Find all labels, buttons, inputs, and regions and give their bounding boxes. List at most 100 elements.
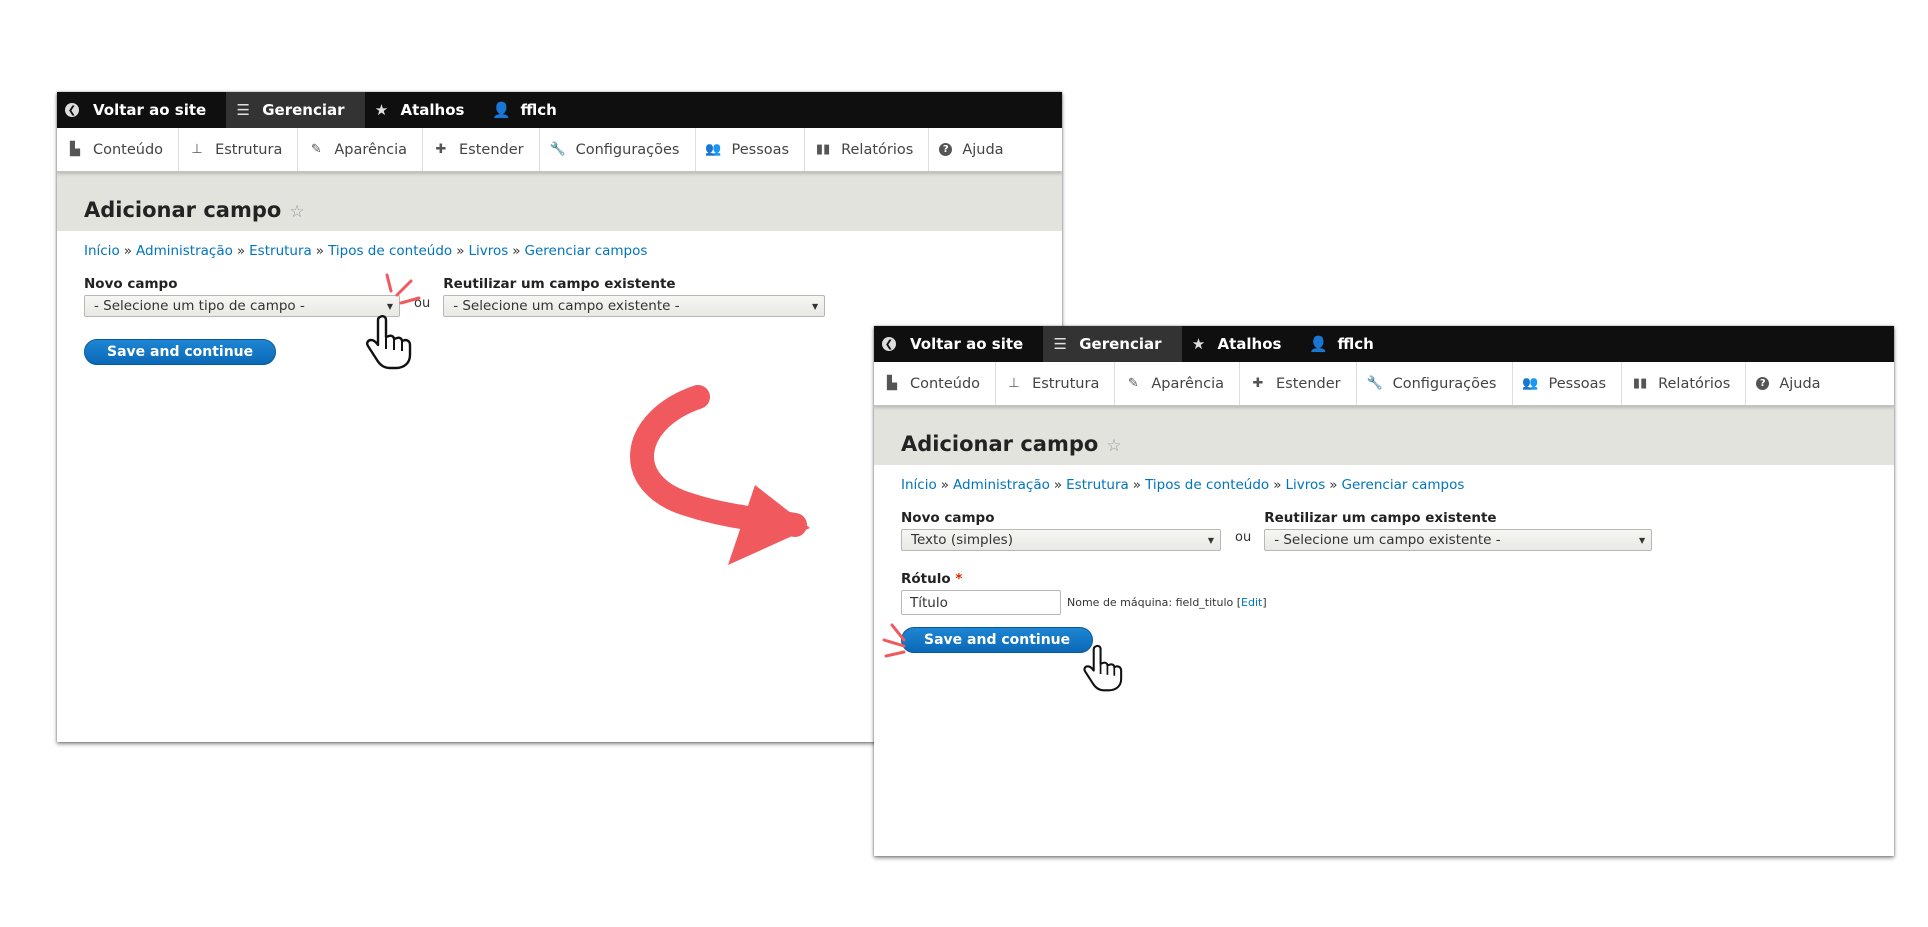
tray-label-people: Pessoas bbox=[1548, 375, 1607, 392]
chevron-left-circle-icon: ❮ bbox=[65, 103, 79, 117]
shortcut-star-icon[interactable]: ☆ bbox=[1106, 436, 1121, 456]
page-title: Adicionar campo bbox=[901, 432, 1099, 456]
user-tab[interactable]: 👤 fflch bbox=[1301, 326, 1393, 362]
hand-pointer-cursor-icon bbox=[1083, 644, 1123, 692]
sitemap-icon: ⊥ bbox=[1008, 376, 1020, 391]
shortcuts-tab[interactable]: ★ Atalhos bbox=[1182, 326, 1302, 362]
star-icon: ★ bbox=[374, 101, 389, 119]
user-tab[interactable]: 👤 fflch bbox=[484, 92, 576, 128]
shortcuts-tab[interactable]: ★ Atalhos bbox=[365, 92, 485, 128]
user-icon: 👤 bbox=[492, 101, 511, 119]
back-to-site-link[interactable]: ❮ Voltar ao site bbox=[57, 92, 226, 128]
tray-item-people[interactable]: 👥 Pessoas bbox=[1513, 362, 1623, 405]
reuse-field-select[interactable]: - Selecione um campo existente - ▼ bbox=[1264, 529, 1653, 551]
machine-name: Nome de máquina: field_titulo [Edit] bbox=[1067, 596, 1267, 609]
screenshot-after: ❮ Voltar ao site ☰ Gerenciar ★ Atalhos 👤… bbox=[874, 326, 1894, 856]
tray-item-reports[interactable]: ▮▮ Relatórios bbox=[805, 128, 930, 171]
breadcrumb-content-types[interactable]: Tipos de conteúdo bbox=[328, 243, 452, 259]
tray-label-content: Conteúdo bbox=[93, 141, 164, 158]
tray-label-config: Configurações bbox=[575, 141, 680, 158]
breadcrumb-manage-fields[interactable]: Gerenciar campos bbox=[1342, 477, 1465, 493]
tray-item-appearance[interactable]: ✎ Aparência bbox=[1115, 362, 1240, 405]
tray-item-config[interactable]: 🔧 Configurações bbox=[540, 128, 696, 171]
wrench-icon: 🔧 bbox=[1366, 376, 1383, 391]
label-field-label: Rótulo * bbox=[901, 571, 1867, 587]
puzzle-icon: ✚ bbox=[435, 142, 447, 157]
admin-toolbar: ❮ Voltar ao site ☰ Gerenciar ★ Atalhos 👤… bbox=[57, 92, 1062, 128]
breadcrumb-books[interactable]: Livros bbox=[1285, 477, 1325, 493]
tray-item-content[interactable]: ▙ Conteúdo bbox=[57, 128, 180, 171]
tray-item-help[interactable]: ? Ajuda bbox=[929, 128, 1018, 171]
breadcrumb-admin[interactable]: Administração bbox=[136, 243, 233, 259]
breadcrumb-home[interactable]: Início bbox=[84, 243, 120, 259]
tray-item-extend[interactable]: ✚ Estender bbox=[1240, 362, 1357, 405]
tray-item-appearance[interactable]: ✎ Aparência bbox=[298, 128, 423, 171]
reuse-field-select[interactable]: - Selecione um campo existente - ▼ bbox=[443, 295, 826, 317]
question-circle-icon: ? bbox=[939, 143, 953, 156]
file-icon: ▙ bbox=[70, 142, 80, 157]
admin-tray: ▙ Conteúdo ⊥ Estrutura ✎ Aparência ✚ Est… bbox=[874, 362, 1894, 406]
star-icon: ★ bbox=[1191, 335, 1206, 353]
new-field-label: Novo campo bbox=[901, 510, 995, 526]
tray-item-people[interactable]: 👥 Pessoas bbox=[696, 128, 806, 171]
breadcrumb-books[interactable]: Livros bbox=[468, 243, 508, 259]
wrench-icon: 🔧 bbox=[549, 142, 566, 157]
breadcrumb-separator: » bbox=[456, 243, 465, 259]
page-title: Adicionar campo bbox=[84, 198, 282, 222]
breadcrumb-content-types[interactable]: Tipos de conteúdo bbox=[1145, 477, 1269, 493]
breadcrumb-separator: » bbox=[940, 477, 949, 493]
label-input-row: Nome de máquina: field_titulo [Edit] bbox=[901, 590, 1867, 615]
new-field-label: Novo campo bbox=[84, 276, 178, 292]
tray-label-extend: Estender bbox=[459, 141, 524, 158]
tray-label-help: Ajuda bbox=[962, 141, 1004, 158]
breadcrumb-manage-fields[interactable]: Gerenciar campos bbox=[525, 243, 648, 259]
label-field-group: Rótulo * Nome de máquina: field_titulo [… bbox=[901, 571, 1867, 615]
breadcrumb-admin[interactable]: Administração bbox=[953, 477, 1050, 493]
tray-label-structure: Estrutura bbox=[215, 141, 283, 158]
puzzle-icon: ✚ bbox=[1252, 376, 1264, 391]
tray-item-structure[interactable]: ⊥ Estrutura bbox=[996, 362, 1116, 405]
label-input[interactable] bbox=[901, 590, 1061, 615]
manage-tab[interactable]: ☰ Gerenciar bbox=[226, 92, 365, 128]
manage-label: Gerenciar bbox=[1079, 335, 1162, 353]
tray-label-config: Configurações bbox=[1392, 375, 1497, 392]
tray-item-structure[interactable]: ⊥ Estrutura bbox=[179, 128, 299, 171]
breadcrumb-separator: » bbox=[1329, 477, 1338, 493]
tray-label-people: Pessoas bbox=[731, 141, 790, 158]
save-and-continue-button[interactable]: Save and continue bbox=[84, 339, 277, 365]
field-select-row: Novo campo - Selecione um tipo de campo … bbox=[84, 276, 1035, 317]
label-field-label-text: Rótulo bbox=[901, 571, 951, 587]
new-field-select[interactable]: - Selecione um tipo de campo - ▼ bbox=[84, 295, 400, 317]
manage-label: Gerenciar bbox=[262, 101, 345, 119]
tray-item-extend[interactable]: ✚ Estender bbox=[423, 128, 540, 171]
new-field-select[interactable]: Texto (simples) ▼ bbox=[901, 529, 1221, 551]
reuse-field-select-value: - Selecione um campo existente - bbox=[1274, 532, 1501, 548]
save-and-continue-button[interactable]: Save and continue bbox=[901, 627, 1094, 653]
back-to-site-link[interactable]: ❮ Voltar ao site bbox=[874, 326, 1043, 362]
chevron-left-circle-icon: ❮ bbox=[882, 337, 896, 351]
canvas: ❮ Voltar ao site ☰ Gerenciar ★ Atalhos 👤… bbox=[0, 0, 1928, 927]
edit-machine-name-link[interactable]: Edit bbox=[1241, 596, 1262, 609]
breadcrumb-structure[interactable]: Estrutura bbox=[249, 243, 312, 259]
manage-tab[interactable]: ☰ Gerenciar bbox=[1043, 326, 1182, 362]
or-text: ou bbox=[1235, 530, 1252, 545]
tray-item-reports[interactable]: ▮▮ Relatórios bbox=[1622, 362, 1747, 405]
hamburger-menu-icon: ☰ bbox=[1053, 335, 1067, 353]
tray-item-content[interactable]: ▙ Conteúdo bbox=[874, 362, 997, 405]
paintbrush-icon: ✎ bbox=[310, 142, 322, 157]
tray-item-help[interactable]: ? Ajuda bbox=[1746, 362, 1835, 405]
shortcut-star-icon[interactable]: ☆ bbox=[289, 202, 304, 222]
chevron-down-icon: ▼ bbox=[1639, 536, 1646, 545]
tray-item-config[interactable]: 🔧 Configurações bbox=[1357, 362, 1513, 405]
new-field-select-value: - Selecione um tipo de campo - bbox=[94, 298, 305, 314]
reuse-field-group: Reutilizar um campo existente - Selecion… bbox=[1264, 510, 1653, 551]
actions: Save and continue bbox=[901, 627, 1867, 653]
shortcuts-label: Atalhos bbox=[400, 101, 465, 119]
tray-label-reports: Relatórios bbox=[1658, 375, 1731, 392]
breadcrumb-structure[interactable]: Estrutura bbox=[1066, 477, 1129, 493]
page-header: Adicionar campo ☆ bbox=[57, 172, 1062, 231]
admin-tray: ▙ Conteúdo ⊥ Estrutura ✎ Aparência ✚ Est… bbox=[57, 128, 1062, 172]
breadcrumb: Início» Administração» Estrutura» Tipos de … bbox=[901, 477, 1867, 493]
breadcrumb-home[interactable]: Início bbox=[901, 477, 937, 493]
field-select-row: Novo campo Texto (simples) ▼ ou Reutiliz… bbox=[901, 510, 1867, 551]
